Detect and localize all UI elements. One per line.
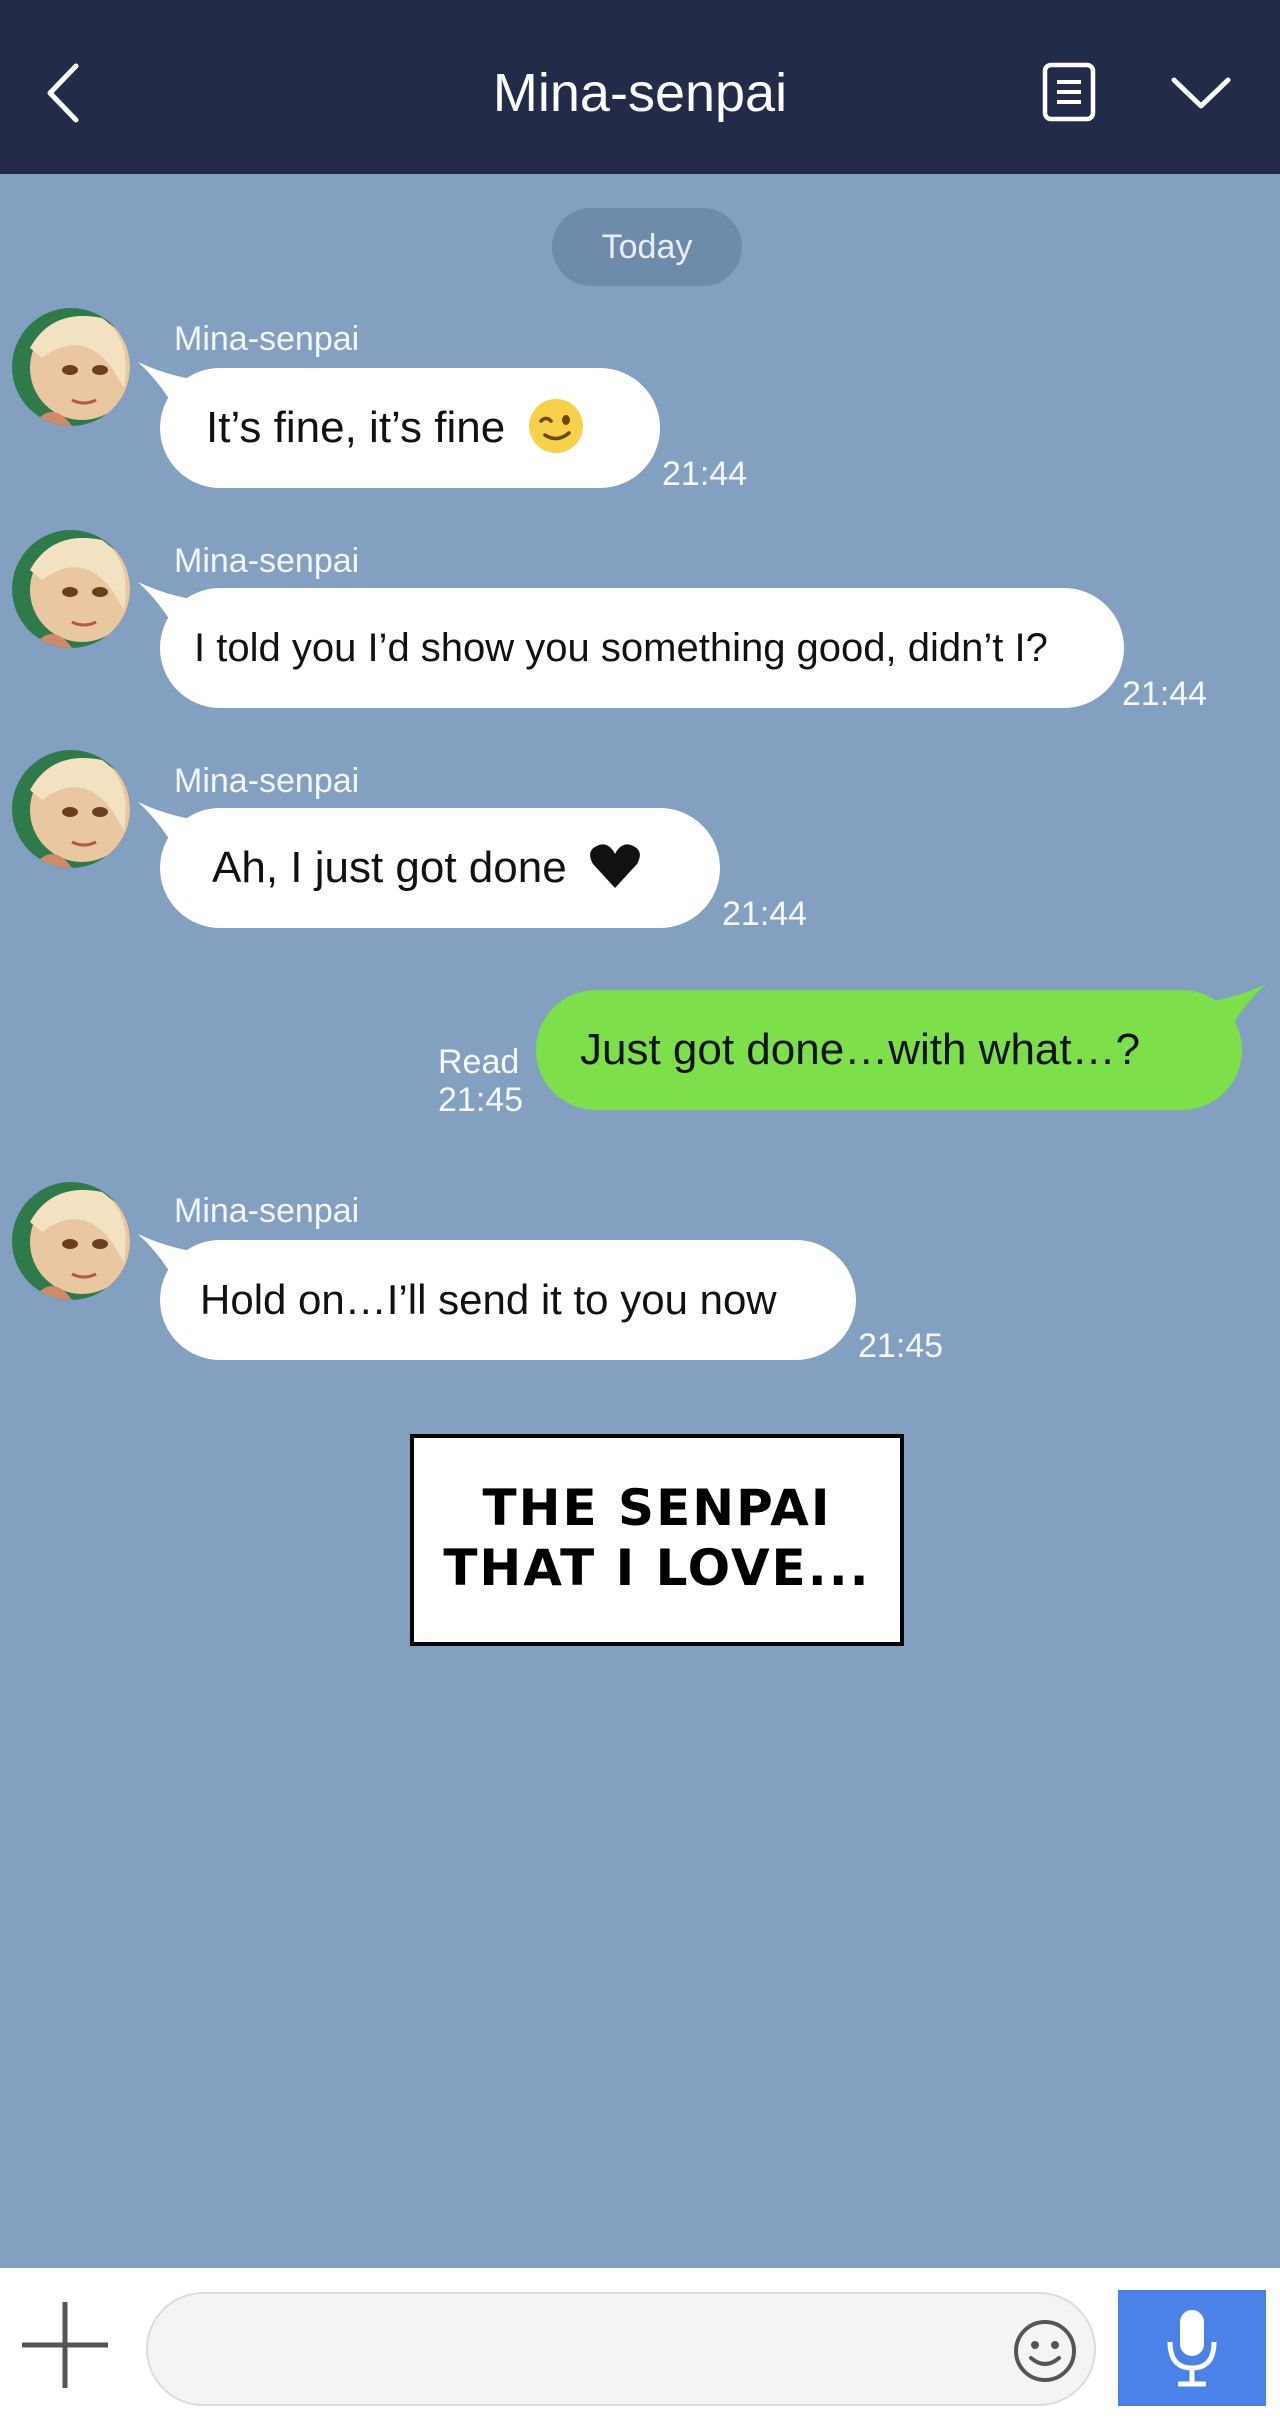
caption-line: THAT I LOVE... — [443, 1539, 871, 1597]
sender-name: Mina-senpai — [174, 1192, 360, 1230]
avatar[interactable] — [12, 1182, 130, 1300]
message-bubble[interactable]: I told you I’d show you something good, … — [138, 582, 1124, 708]
outgoing-message-bubble[interactable]: Just got done…with what…? — [536, 984, 1266, 1110]
sender-name: Mina-senpai — [174, 762, 360, 800]
message-input[interactable] — [146, 2292, 1096, 2406]
sender-name: Mina-senpai — [174, 320, 360, 358]
notes-icon[interactable] — [1040, 60, 1098, 124]
message-time: 21:45 — [858, 1327, 944, 1365]
caption-box: THE SENPAI THAT I LOVE... — [410, 1434, 904, 1646]
message-text: I told you I’d show you something good, … — [194, 626, 1048, 670]
bubble-tail — [138, 1234, 198, 1286]
message-time: 21:44 — [1122, 675, 1208, 713]
message-bubble[interactable]: Ah, I just got done — [138, 802, 720, 928]
message-time: 21:44 — [662, 455, 748, 493]
message-bubble[interactable]: It’s fine, it’s fine — [138, 362, 660, 488]
plus-icon[interactable] — [20, 2300, 110, 2390]
avatar[interactable] — [12, 308, 130, 426]
heart-icon — [590, 844, 640, 889]
date-separator: Today — [552, 208, 742, 286]
bubble-tail — [138, 362, 198, 414]
avatar[interactable] — [12, 750, 130, 868]
microphone-icon — [1167, 2310, 1217, 2387]
message-text: Hold on…I’ll send it to you now — [200, 1276, 777, 1323]
message-text: Just got done…with what…? — [580, 1025, 1141, 1074]
message-text: It’s fine, it’s fine — [206, 403, 506, 452]
chevron-down-icon[interactable] — [1168, 68, 1234, 118]
bubble-tail — [138, 802, 198, 854]
bubble-tail — [1206, 984, 1266, 1036]
voice-message-button[interactable] — [1118, 2290, 1266, 2406]
message-time: 21:44 — [722, 895, 808, 933]
avatar[interactable] — [12, 530, 130, 648]
chat-header: Mina-senpai — [0, 0, 1280, 174]
smiley-icon[interactable] — [1012, 2318, 1078, 2384]
message-text: Ah, I just got done — [212, 843, 567, 892]
sender-name: Mina-senpai — [174, 542, 360, 580]
message-bubble[interactable]: Hold on…I’ll send it to you now — [138, 1234, 856, 1360]
message-composer — [0, 2268, 1280, 2428]
message-time: 21:45 — [438, 1081, 524, 1119]
read-receipt: Read — [438, 1043, 520, 1081]
caption-line: THE SENPAI — [482, 1479, 832, 1537]
winking-face-icon — [529, 399, 584, 454]
bubble-tail — [138, 582, 198, 634]
